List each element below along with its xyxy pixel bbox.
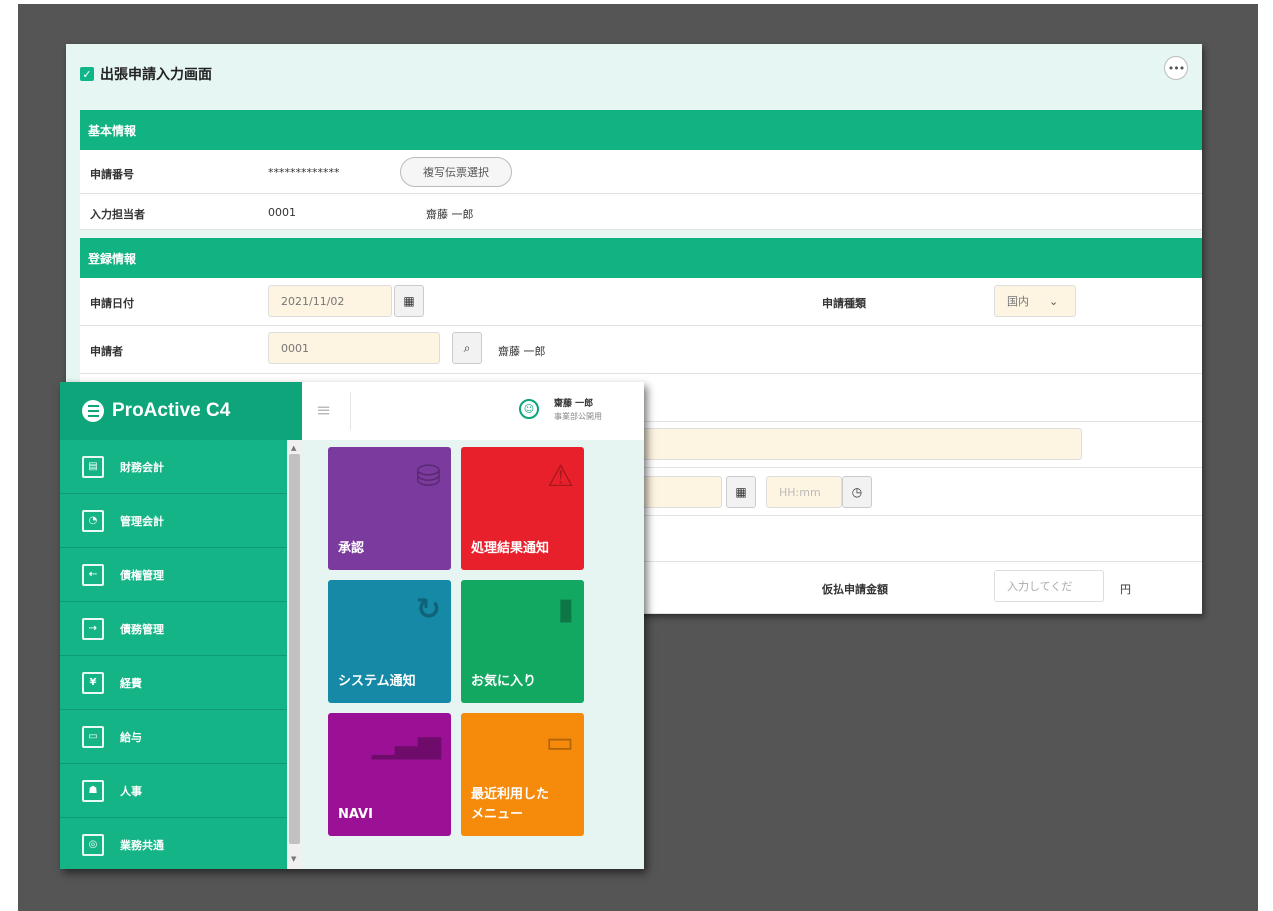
tile-label: 承認 [338,540,365,556]
form-title: ✓ 出張申請入力画面 [80,64,212,84]
clipboard-icon: ▮ [557,592,574,627]
top-bar: ≡ ☺ 齋藤 一郎 事業部公開用 [302,382,644,440]
warning-icon: ⚠ [547,459,574,494]
search-icon[interactable]: ⌕ [452,332,482,364]
app-no-label: 申請番号 [90,168,134,181]
row-entry-person: 入力担当者 0001 齋藤 一郎 [80,194,1202,230]
sidebar-scrollbar[interactable]: ▲ ▼ [287,440,302,869]
sidebar-item-hr[interactable]: ☗ 人事 [60,764,287,818]
sidebar-item-label: 給与 [120,730,142,744]
user-name: 齋藤 一郎 [554,399,594,409]
sidebar-item-common[interactable]: ◎ 業務共通 [60,818,287,869]
applicant-name: 齋藤 一郎 [498,345,546,358]
sidebar-item-finance[interactable]: ▤ 財務会計 [60,440,287,494]
chevron-down-icon: ⌄ [1049,294,1059,308]
clock-icon[interactable]: ◷ [842,476,872,508]
period-date-input[interactable] [640,476,722,508]
applicant-code-input[interactable]: 0001 [268,332,440,364]
logo-text: ProActive C4 [112,400,231,421]
payables-icon: ⇢ [82,617,104,640]
tile-label: 最近利用した メニュー [471,787,550,822]
scroll-up-arrow-icon[interactable]: ▲ [291,444,296,452]
refresh-icon: ↻ [415,592,441,627]
entry-person-label: 入力担当者 [90,208,145,221]
row-application-date: 申請日付 2021/11/02 ▦ 申請種類 国内 ⌄ [80,278,1202,326]
period-time-input[interactable]: HH:mm [766,476,842,508]
entry-person-name: 齋藤 一郎 [426,208,474,221]
tile-label: お気に入り [471,673,537,689]
tile-label: 処理結果通知 [471,540,550,556]
logo[interactable]: ProActive C4 [60,382,302,440]
signal-icon: ▁▃▅ [371,725,441,760]
section-register-info: 登録情報 [80,238,1202,278]
user-department: 事業部公開用 [554,412,602,421]
tile-label: NAVI [338,806,373,822]
sidebar-item-payables[interactable]: ⇢ 債務管理 [60,602,287,656]
form-title-text: 出張申請入力画面 [100,67,212,83]
sidebar-item-label: 業務共通 [120,838,164,852]
advance-amount-input[interactable]: 入力してくだ [994,570,1104,602]
purpose-input[interactable] [640,428,1082,460]
sidebar-item-label: 人事 [120,784,142,798]
scroll-down-arrow-icon[interactable]: ▼ [291,855,296,863]
proactive-menu-window: ProActive C4 ≡ ☺ 齋藤 一郎 事業部公開用 ▤ 財務会計 ◔ 管… [60,382,644,869]
management-accounting-icon: ◔ [82,509,104,532]
app-type-value: 国内 [1007,295,1029,308]
sidebar-item-expense[interactable]: ¥ 経費 [60,656,287,710]
tile-approval[interactable]: ⛁ 承認 [328,447,451,570]
finance-icon: ▤ [82,455,104,478]
receivables-icon: ⇠ [82,563,104,586]
common-icon: ◎ [82,833,104,856]
copy-voucher-button[interactable]: 複写伝票選択 [400,157,512,187]
sidebar-item-payroll[interactable]: ▭ 給与 [60,710,287,764]
sidebar-item-label: 管理会計 [120,514,164,528]
stamp-icon: ⛁ [415,459,441,494]
advance-label: 仮払申請金額 [822,583,888,596]
tile-favorites[interactable]: ▮ お気に入り [461,580,584,703]
checkbox-icon: ✓ [80,67,94,81]
sidebar-item-label: 経費 [120,676,142,690]
sidebar-item-management-accounting[interactable]: ◔ 管理会計 [60,494,287,548]
sidebar-item-label: 財務会計 [120,460,164,474]
hr-icon: ☗ [82,779,104,802]
hamburger-menu-icon[interactable]: ≡ [316,400,331,421]
row-application-number: 申請番号 ************* 複写伝票選択 [80,150,1202,194]
advance-unit: 円 [1120,583,1131,596]
tile-recent-menu[interactable]: ▭ 最近利用した メニュー [461,713,584,836]
entry-person-code: 0001 [268,206,296,219]
app-type-label: 申請種類 [822,297,866,310]
section-basic-info: 基本情報 [80,110,1202,150]
more-options-button[interactable]: ••• [1164,56,1188,80]
sidebar: ▤ 財務会計 ◔ 管理会計 ⇠ 債権管理 ⇢ 債務管理 ¥ 経費 ▭ 給与 ☗ … [60,440,287,869]
tile-label: システム通知 [338,673,416,689]
tiles-area: ⛁ 承認 ⚠ 処理結果通知 ↻ システム通知 ▮ お気に入り ▁▃▅ NAVI … [302,440,644,869]
sidebar-item-receivables[interactable]: ⇠ 債権管理 [60,548,287,602]
calendar-icon[interactable]: ▦ [726,476,756,508]
proactive-logo-icon [82,400,104,422]
scrollbar-thumb[interactable] [289,454,300,844]
row-applicant: 申請者 0001 ⌕ 齋藤 一郎 [80,326,1202,374]
app-date-label: 申請日付 [90,297,134,310]
tile-process-result[interactable]: ⚠ 処理結果通知 [461,447,584,570]
sidebar-item-label: 債務管理 [120,622,164,636]
monitor-icon: ▭ [545,725,574,760]
app-date-input[interactable]: 2021/11/02 [268,285,392,317]
app-type-select[interactable]: 国内 ⌄ [994,285,1076,317]
payroll-icon: ▭ [82,725,104,748]
user-avatar-icon[interactable]: ☺ [519,399,539,419]
tile-system-notice[interactable]: ↻ システム通知 [328,580,451,703]
applicant-label: 申請者 [90,345,123,358]
app-no-value: ************* [268,166,340,179]
sidebar-item-label: 債権管理 [120,568,164,582]
tile-navi[interactable]: ▁▃▅ NAVI [328,713,451,836]
divider [350,392,351,430]
expense-icon: ¥ [82,671,104,694]
calendar-icon[interactable]: ▦ [394,285,424,317]
